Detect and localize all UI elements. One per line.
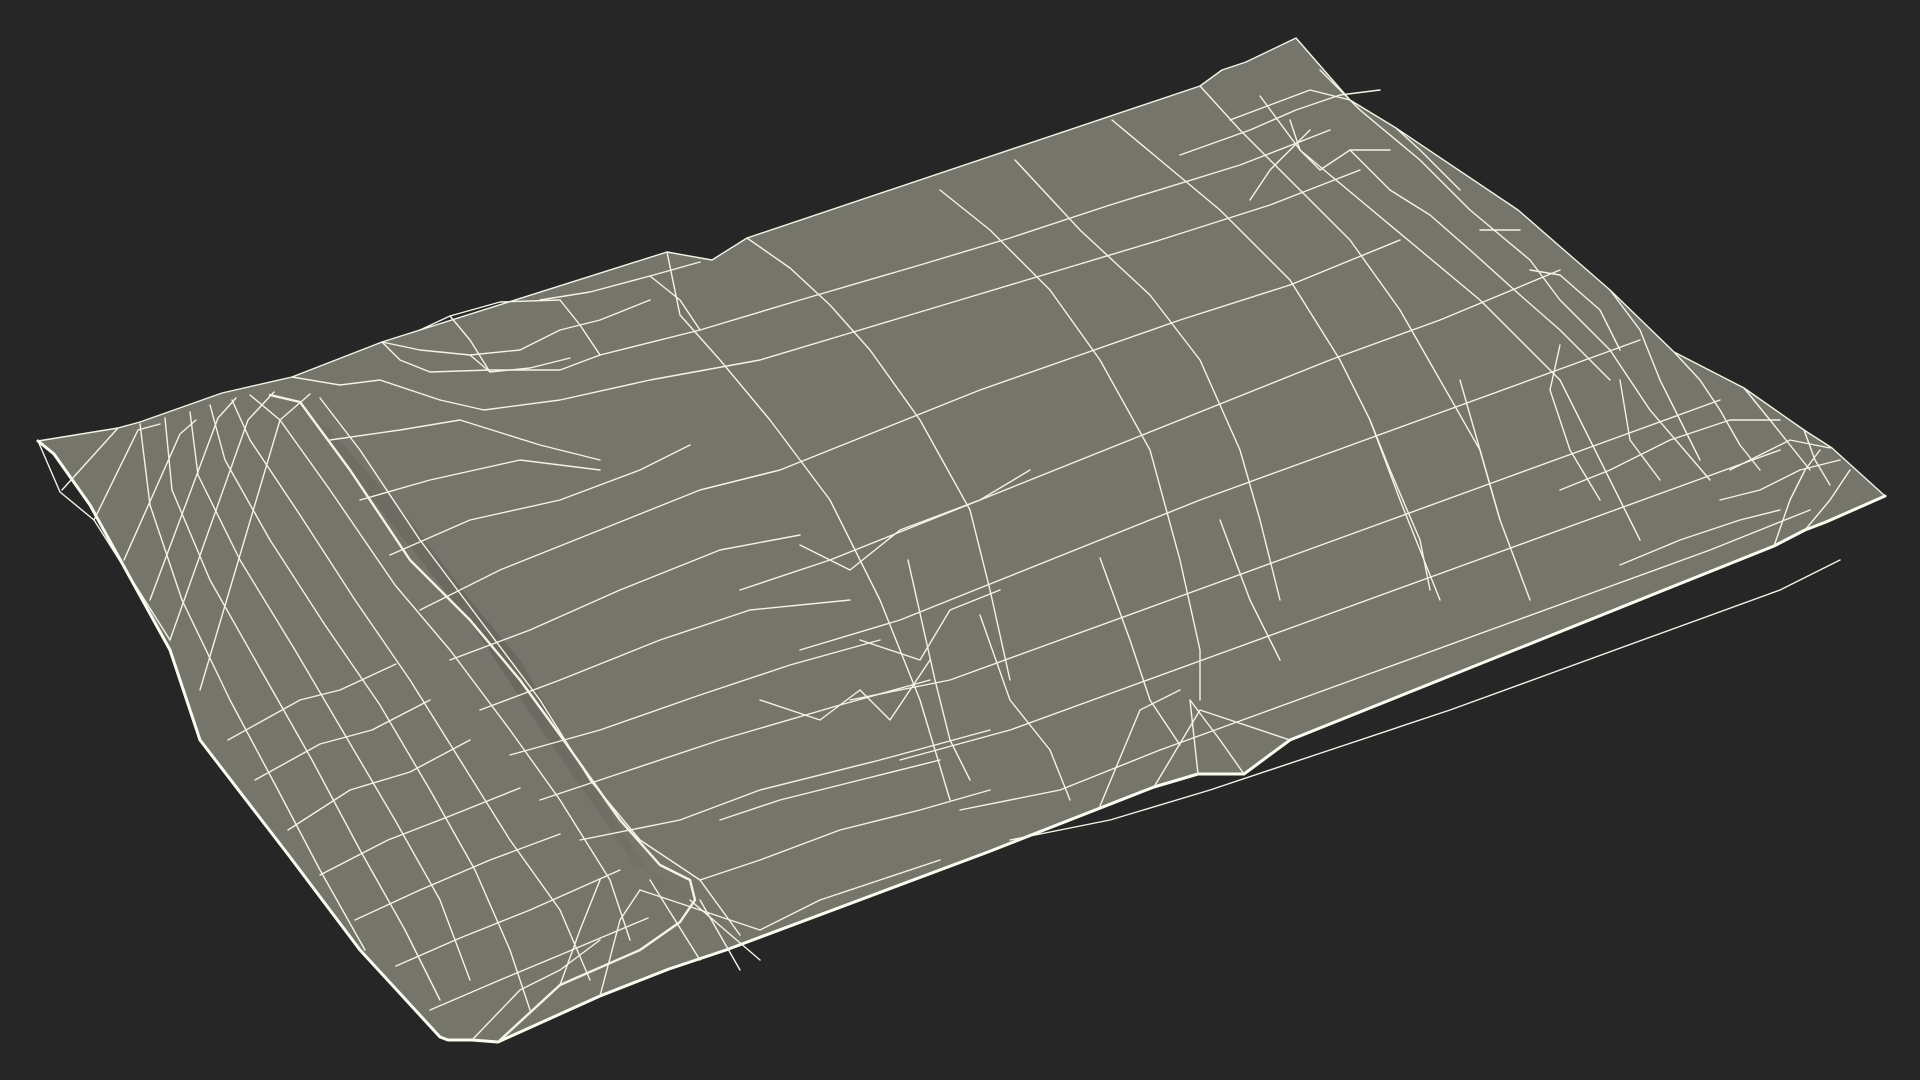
3d-viewport[interactable] (0, 0, 1920, 1080)
wireframe-mesh-render (36, 37, 1887, 1044)
